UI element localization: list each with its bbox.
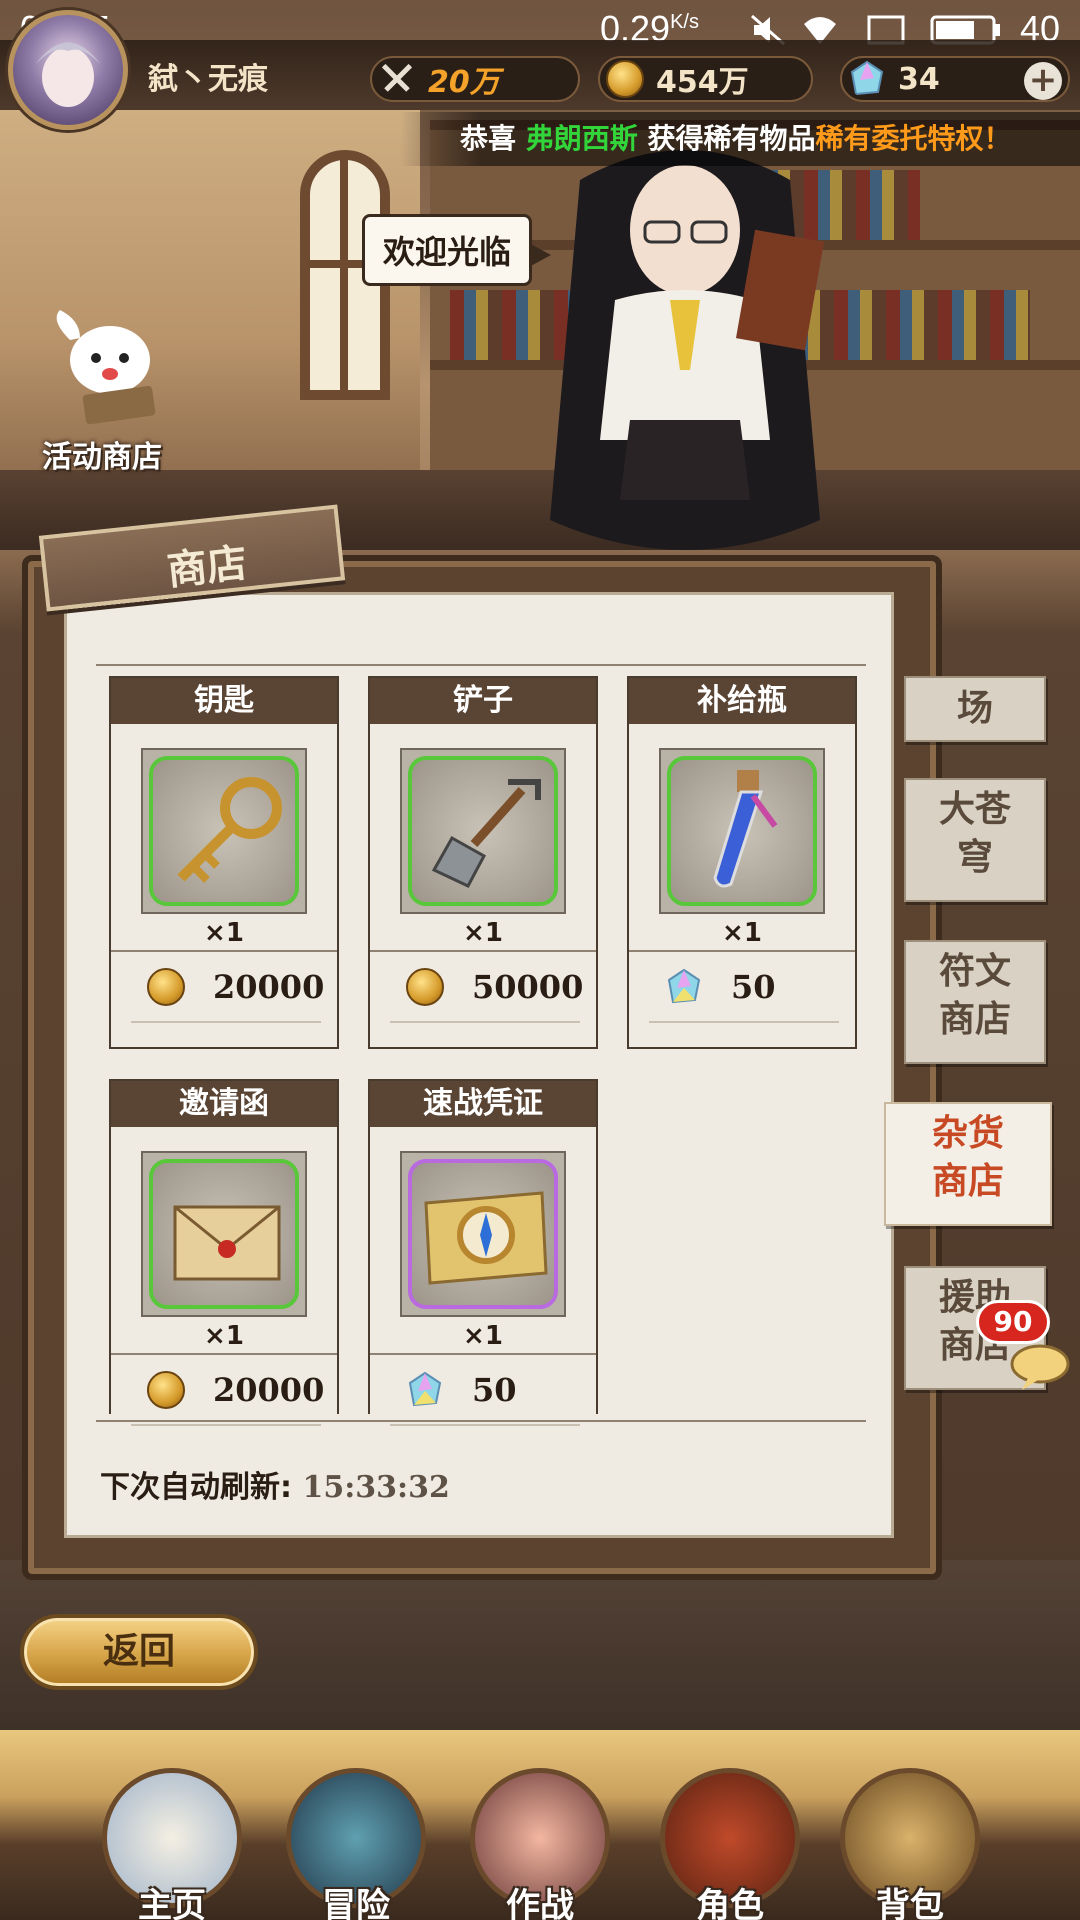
nav-adventure[interactable]: 冒险 <box>276 1768 436 1920</box>
combat-power-display: 20万 <box>370 56 580 102</box>
item-name: 补给瓶 <box>629 678 855 724</box>
nav-battle[interactable]: 作战 <box>460 1768 620 1920</box>
item-quantity: ×1 <box>722 918 762 948</box>
gem-value: 34 <box>898 61 940 97</box>
nav-home[interactable]: 主页 <box>92 1768 252 1920</box>
item-name: 铲子 <box>370 678 596 724</box>
announcement-player: 弗朗西斯 <box>525 122 638 155</box>
avatar-portrait-icon <box>35 42 101 107</box>
chat-unread-badge: 90 <box>976 1300 1050 1344</box>
back-button[interactable]: 返回 <box>20 1614 258 1690</box>
item-quantity: ×1 <box>463 918 503 948</box>
shop-item-card[interactable]: 铲子 ×1 50000 <box>368 676 598 1049</box>
coin-icon <box>147 1371 185 1409</box>
add-gems-button[interactable]: + <box>1024 62 1062 100</box>
nav-character[interactable]: 角色 <box>650 1768 810 1920</box>
tab-rune-shop[interactable]: 符文 商店 <box>904 940 1046 1064</box>
coin-icon <box>606 60 644 98</box>
compass-map-icon <box>424 1191 548 1285</box>
tab-general-store[interactable]: 杂货 商店 <box>884 1102 1052 1226</box>
shop-title: 商店 <box>164 540 250 595</box>
key-icon <box>177 777 282 883</box>
letter-icon <box>173 1205 281 1281</box>
event-shop-label[interactable]: 活动商店 <box>42 432 162 476</box>
item-quantity: ×1 <box>204 918 244 948</box>
item-icon-frame <box>400 1151 566 1317</box>
item-icon-frame <box>400 748 566 914</box>
item-icon-frame <box>659 748 825 914</box>
item-icon-frame <box>141 748 307 914</box>
item-name: 速战凭证 <box>370 1081 596 1127</box>
combat-power-value: 20万 <box>428 65 500 100</box>
item-quantity: ×1 <box>463 1321 503 1351</box>
item-quantity: ×1 <box>204 1321 244 1351</box>
shop-item-card[interactable]: 钥匙 ×1 20000 <box>109 676 339 1049</box>
tab-arena[interactable]: 场 <box>904 676 1046 742</box>
item-price: 50000 <box>406 968 583 1006</box>
auto-refresh-timer: 下次自动刷新: 15:33:32 <box>100 1470 450 1505</box>
announcement-ticker: 恭喜 弗朗西斯 获得稀有物品稀有委托特权！ <box>400 112 1080 166</box>
gem-icon <box>408 1371 442 1407</box>
item-name: 邀请函 <box>111 1081 337 1127</box>
tab-sky-dome[interactable]: 大苍 穹 <box>904 778 1046 902</box>
shop-item-card[interactable]: 补给瓶 ×1 50 <box>627 676 857 1049</box>
shopkeeper-maid-character <box>550 150 825 550</box>
npc-speech-bubble: 欢迎光临 <box>362 214 552 286</box>
item-price: 50 <box>406 1371 517 1409</box>
shovel-icon <box>431 779 541 888</box>
coin-icon <box>406 968 444 1006</box>
shop-item-card[interactable]: 邀请函 ×1 20000 <box>109 1079 339 1426</box>
gem-display: 34 + <box>840 56 1070 102</box>
item-price: 50 <box>665 968 776 1006</box>
gold-coin-display: 454万 <box>598 56 813 102</box>
player-name: 弑丶无痕 <box>148 62 268 97</box>
divider <box>96 664 866 666</box>
event-shop-mascot[interactable] <box>40 300 180 430</box>
gem-icon <box>850 60 884 96</box>
coin-icon <box>147 968 185 1006</box>
item-icon-frame <box>141 1151 307 1317</box>
refresh-countdown: 15:33:32 <box>302 1470 450 1505</box>
shop-item-card[interactable]: 速战凭证 ×1 50 <box>368 1079 598 1426</box>
gold-coin-value: 454万 <box>656 65 749 100</box>
player-avatar[interactable] <box>8 10 128 130</box>
chat-bubble-icon[interactable] <box>1010 1342 1072 1392</box>
gem-icon <box>667 968 701 1004</box>
announcement-item: 稀有委托特权！ <box>815 122 1012 155</box>
divider <box>96 1420 866 1422</box>
crossed-swords-icon <box>380 62 414 92</box>
item-name: 钥匙 <box>111 678 337 724</box>
item-price: 20000 <box>147 968 324 1006</box>
item-price: 20000 <box>147 1371 324 1409</box>
potion-bottle-icon <box>713 770 778 888</box>
nav-backpack[interactable]: 背包 <box>830 1768 990 1920</box>
